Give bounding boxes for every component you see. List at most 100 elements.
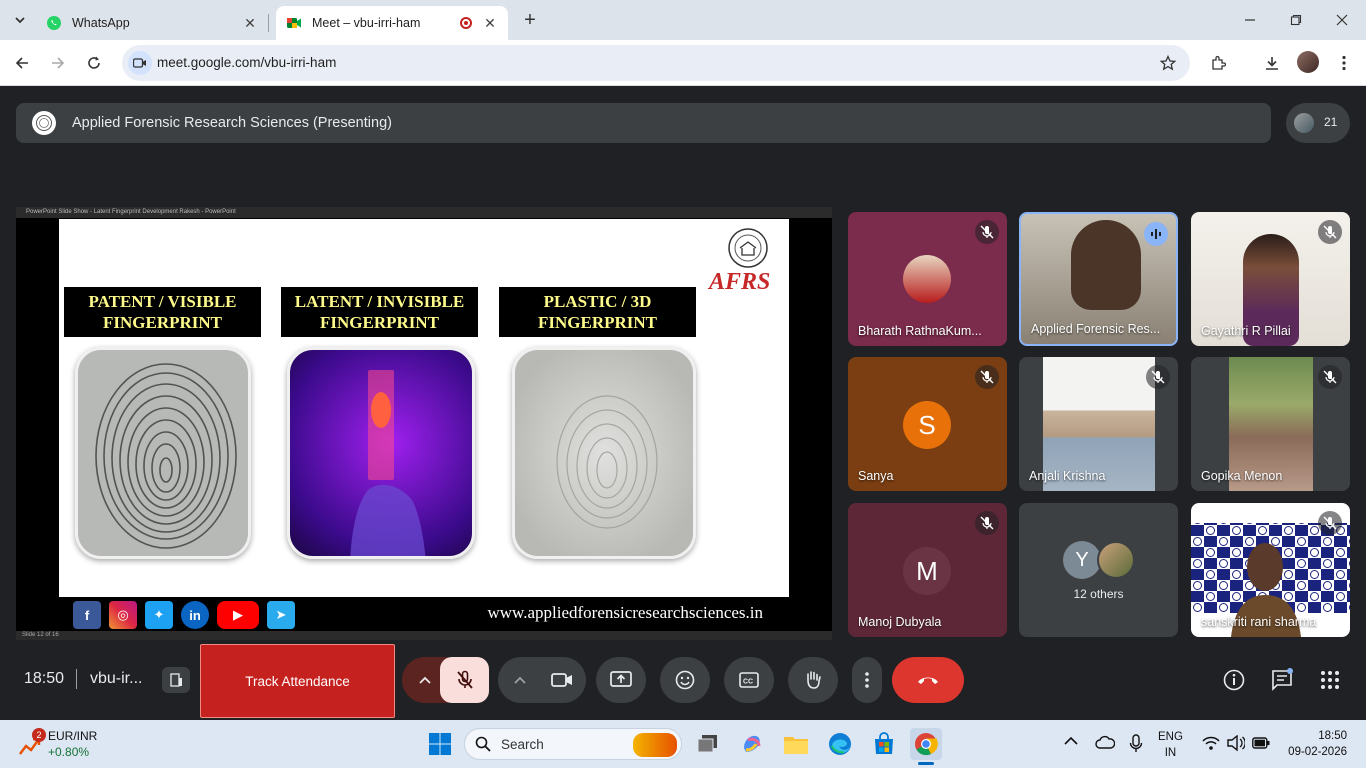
bookmark-star-icon[interactable] (1156, 51, 1180, 75)
facebook-icon: f (73, 601, 101, 629)
raise-hand-button[interactable] (788, 657, 838, 703)
participant-count: 21 (1324, 115, 1338, 129)
whatsapp-icon (46, 15, 62, 31)
heading-line: FINGERPRINT (319, 313, 439, 332)
minimize-icon[interactable] (1238, 8, 1262, 32)
windows-start-icon[interactable] (424, 728, 456, 760)
file-explorer-icon[interactable] (780, 728, 812, 760)
video-options-chevron-icon[interactable] (500, 676, 540, 684)
participant-name: Gayathri R Pillai (1201, 324, 1291, 338)
afrs-logo-text: AFRS (709, 269, 771, 295)
reactions-button[interactable] (660, 657, 710, 703)
participant-tile[interactable]: Anjali Krishna (1019, 357, 1178, 491)
url-text: meet.google.com/vbu-irri-ham (157, 55, 337, 70)
participant-tile[interactable]: Bharath RathnaKum... (848, 212, 1007, 346)
tab-close-icon[interactable]: ✕ (482, 15, 498, 31)
weather-widget[interactable]: 2 EUR/INR +0.80% (14, 728, 124, 762)
participant-tile[interactable]: Gayathri R Pillai (1191, 212, 1350, 346)
participant-tile[interactable]: Gopika Menon (1191, 357, 1350, 491)
chrome-taskbar-icon[interactable] (910, 728, 942, 765)
leave-call-button[interactable] (892, 657, 964, 703)
address-bar[interactable]: meet.google.com/vbu-irri-ham (122, 45, 1190, 81)
microphone-toggle[interactable] (440, 657, 489, 703)
meeting-clock: 18:50 (24, 670, 65, 687)
participant-name: Bharath RathnaKum... (858, 324, 982, 338)
close-window-icon[interactable] (1330, 8, 1354, 32)
others-tile[interactable]: Y 12 others (1019, 503, 1178, 637)
forward-icon[interactable] (46, 51, 70, 75)
new-tab-icon[interactable]: + (518, 8, 542, 32)
tab-search-icon[interactable] (8, 8, 32, 32)
reload-icon[interactable] (82, 51, 106, 75)
camera-group[interactable] (498, 657, 586, 703)
system-clock[interactable]: 18:50 09-02-2026 (1288, 728, 1347, 760)
language-line: IN (1164, 747, 1177, 759)
slide-footer: f ◎ ✦ in ▶ ➤ www.appliedforensicresearch… (59, 597, 789, 631)
latent-fingerprint-image (287, 347, 475, 559)
track-attendance-button[interactable]: Track Attendance (200, 644, 395, 718)
tab-title: WhatsApp (72, 16, 130, 30)
present-screen-button[interactable] (596, 657, 646, 703)
participant-name: Manoj Dubyala (858, 615, 942, 629)
site-video-icon[interactable] (128, 51, 152, 75)
downloads-icon[interactable] (1260, 51, 1284, 75)
participant-tile[interactable]: sanskriti rani sharma (1191, 503, 1350, 637)
volume-icon[interactable] (1227, 735, 1245, 751)
companion-mode-icon[interactable] (162, 667, 190, 693)
linkedin-icon: in (181, 601, 209, 629)
camera-icon[interactable] (540, 672, 584, 688)
people-button[interactable]: 21 (1286, 103, 1350, 143)
mic-off-icon (1318, 220, 1342, 244)
wifi-icon[interactable] (1202, 736, 1220, 750)
tab-meet[interactable]: Meet – vbu-irri-ham ✕ (276, 6, 508, 40)
browser-tab-strip: WhatsApp ✕ Meet – vbu-irri-ham ✕ + (0, 0, 1366, 40)
microphone-tray-icon[interactable] (1129, 734, 1143, 754)
chat-icon[interactable] (1270, 668, 1294, 692)
meeting-info-icon[interactable] (1222, 668, 1246, 692)
participant-name: Anjali Krishna (1029, 469, 1106, 483)
extensions-icon[interactable] (1206, 51, 1230, 75)
tab-close-icon[interactable]: ✕ (242, 15, 258, 31)
profile-avatar[interactable] (1297, 51, 1319, 73)
participant-tile-speaking[interactable]: Applied Forensic Res... (1019, 212, 1178, 346)
widget-value: +0.80% (48, 745, 90, 759)
edge-icon[interactable] (824, 728, 856, 760)
language-indicator[interactable]: ENG IN (1158, 729, 1183, 761)
presenter-bar: Applied Forensic Research Sciences (Pres… (16, 103, 1271, 143)
patent-heading: PATENT / VISIBLE FINGERPRINT (64, 287, 261, 337)
mic-off-icon (975, 220, 999, 244)
system-date: 09-02-2026 (1288, 746, 1347, 758)
tab-whatsapp[interactable]: WhatsApp ✕ (36, 6, 268, 40)
onedrive-cloud-icon[interactable] (1095, 735, 1115, 749)
mic-off-icon (1318, 365, 1342, 389)
participant-tile[interactable]: M Manoj Dubyala (848, 503, 1007, 637)
ppt-status-bar: Slide 12 of 16 (16, 631, 832, 640)
participant-avatar: M (903, 547, 951, 595)
plastic-fingerprint-image (512, 347, 696, 559)
recording-icon (460, 17, 472, 29)
participant-name: Sanya (858, 469, 894, 483)
microsoft-store-icon[interactable] (868, 728, 900, 760)
instagram-icon: ◎ (109, 601, 137, 629)
heading-line: FINGERPRINT (102, 313, 222, 332)
taskbar-search[interactable]: Search (464, 728, 682, 760)
more-options-button[interactable] (852, 657, 882, 703)
restore-icon[interactable] (1284, 8, 1308, 32)
participant-tile[interactable]: S Sanya (848, 357, 1007, 491)
heading-line: PLASTIC / 3D (543, 292, 652, 311)
show-hidden-icons-chevron-icon[interactable] (1064, 736, 1078, 746)
task-view-icon[interactable] (692, 728, 724, 760)
windows-taskbar: 2 EUR/INR +0.80% Search ENG IN 18:50 09-… (0, 720, 1366, 768)
google-meet-icon (286, 15, 302, 31)
activities-grid-icon[interactable] (1318, 668, 1342, 692)
search-placeholder: Search (501, 737, 544, 752)
captions-button[interactable]: CC (724, 657, 774, 703)
people-avatars (1294, 113, 1314, 133)
back-icon[interactable] (10, 51, 34, 75)
battery-icon[interactable] (1252, 737, 1270, 749)
plastic-heading: PLASTIC / 3D FINGERPRINT (499, 287, 696, 337)
copilot-icon[interactable] (736, 728, 768, 760)
meeting-code: vbu-ir... (90, 670, 143, 687)
presenter-avatar (32, 111, 56, 135)
chrome-menu-icon[interactable] (1332, 51, 1356, 75)
